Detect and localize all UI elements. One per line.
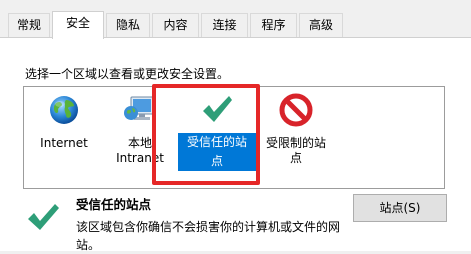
selection-highlight-box xyxy=(152,84,260,185)
tab-strip: 常规 安全 隐私 内容 连接 程序 高级 xyxy=(0,0,471,39)
zone-internet[interactable]: Internet xyxy=(38,93,90,151)
globe-icon xyxy=(50,96,78,124)
checkmark-icon xyxy=(26,202,60,237)
tab-programs[interactable]: 程序 xyxy=(250,13,297,37)
tab-general[interactable]: 常规 xyxy=(8,13,50,37)
zone-restricted-sites[interactable]: 受限制的站 点 xyxy=(260,93,332,166)
zone-label: Internet xyxy=(40,136,88,150)
zone-label: 点 xyxy=(289,151,302,165)
zone-label: 受限制的站 xyxy=(265,136,326,150)
zone-instruction: 选择一个区域以查看或更改安全设置。 xyxy=(25,67,230,81)
selected-zone-description: 该区域包含你确信不会损害你的计算机或文件的网站。 xyxy=(76,220,341,252)
tab-content[interactable]: 内容 xyxy=(152,13,199,37)
tab-privacy[interactable]: 隐私 xyxy=(106,13,150,37)
selected-zone-title: 受信任的站点 xyxy=(76,197,152,212)
tab-security[interactable]: 安全 xyxy=(52,11,104,39)
tab-connections[interactable]: 连接 xyxy=(201,13,248,37)
forbidden-icon xyxy=(279,93,313,127)
sites-button[interactable]: 站点(S) xyxy=(353,194,447,222)
tab-advanced[interactable]: 高级 xyxy=(299,13,343,37)
